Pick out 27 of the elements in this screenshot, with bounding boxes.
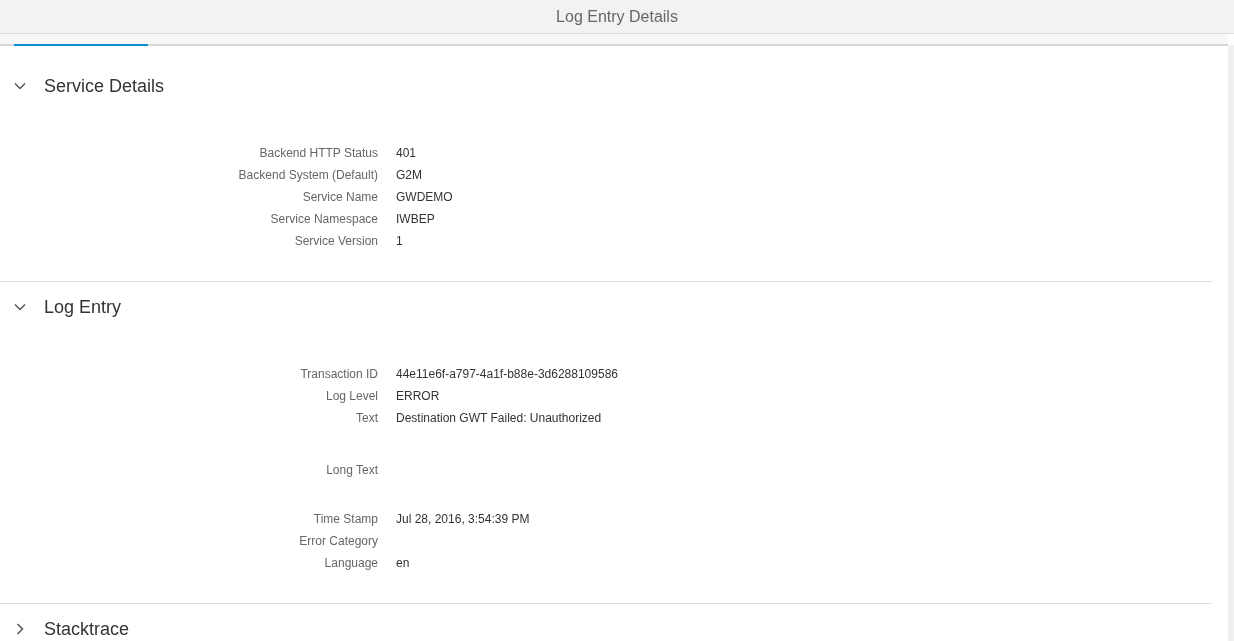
field-label: Language	[323, 556, 378, 570]
field-label: Backend HTTP Status	[258, 146, 378, 160]
field-value: IWBEP	[396, 212, 435, 226]
field-label: Text	[355, 411, 378, 425]
section-header[interactable]: Stacktrace	[0, 604, 140, 641]
field-label: Service Namespace	[269, 212, 378, 226]
field-label: Error Category	[298, 534, 378, 548]
section-header[interactable]: Service Details	[0, 61, 175, 111]
field-label: Time Stamp	[312, 512, 378, 526]
field-value: 1	[396, 234, 403, 248]
scrollbar[interactable]	[1228, 45, 1234, 641]
field-value: GWDEMO	[396, 190, 453, 204]
field-label: Log Level	[324, 389, 378, 403]
field-label: Service Name	[301, 190, 378, 204]
field-value: 401	[396, 146, 417, 160]
field-value: en	[396, 556, 410, 570]
field-value: Destination GWT Failed: Unauthorized	[396, 411, 602, 425]
field-value: G2M	[396, 168, 422, 182]
window-title: Log Entry Details	[556, 7, 678, 26]
field-value: ERROR	[396, 389, 440, 403]
field-label: Backend System (Default)	[237, 168, 378, 182]
field-value: 44e11e6f-a797-4a1f-b88e-3d6288109586	[396, 367, 618, 381]
section-header[interactable]: Log Entry	[0, 282, 132, 332]
field-value: Jul 28, 2016, 3:54:39 PM	[396, 512, 530, 526]
field-label: Service Version	[293, 234, 378, 248]
field-label: Transaction ID	[299, 367, 378, 381]
field-label: Long Text	[325, 463, 378, 477]
